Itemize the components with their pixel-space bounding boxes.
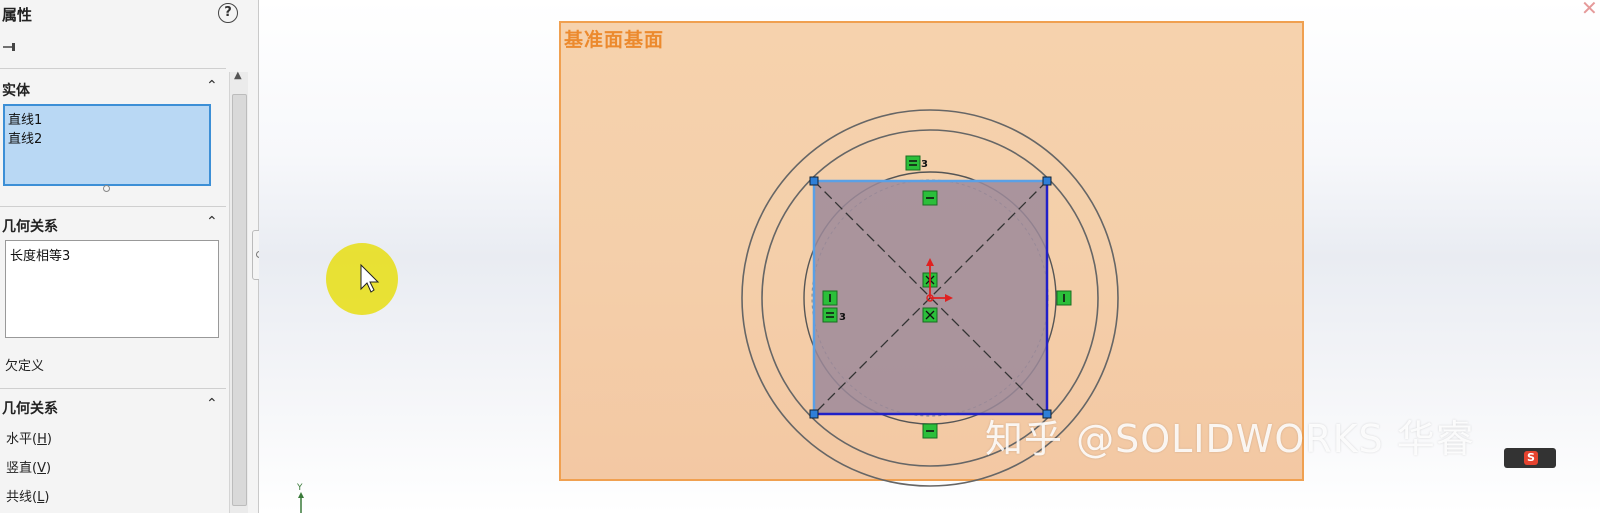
equal-relation-icon [905,155,921,171]
axis-label: Y [297,483,303,493]
entities-header: 实体 [2,83,30,99]
divider [0,388,226,389]
list-item[interactable]: 直线2 [8,128,42,147]
existing-relations-list[interactable]: 长度相等3 [5,240,219,338]
list-item[interactable]: 长度相等3 [10,245,70,264]
add-relations-header: 几何关系 [2,401,58,417]
relation-horizontal[interactable]: 水平(H) [6,428,52,447]
status-text: 欠定义 [5,359,45,374]
resize-handle-icon[interactable] [103,185,110,192]
pushpin-icon[interactable] [3,37,19,51]
scroll-up-icon[interactable]: ▲ [234,70,242,81]
relation-collinear[interactable]: 共线(L) [6,486,49,505]
equal-relation-icon [822,307,838,323]
scrollbar-thumb[interactable] [232,94,247,506]
collapse-chevron-icon[interactable]: ⌃ [206,78,218,94]
collapse-chevron-icon[interactable]: ⌃ [206,214,218,230]
entities-list[interactable]: 直线1 直线2 [3,104,211,186]
vertical-relation-icon [822,290,838,306]
watermark: 知乎 @SOLIDWORKS 华睿 [985,417,1475,461]
input-method-icon[interactable]: S [1504,448,1556,468]
horizontal-relation-icon [922,190,938,206]
view-triad-icon [298,492,304,513]
divider [0,68,226,69]
sketch-point [809,409,819,419]
panel-scrollbar[interactable]: ▲ [229,70,248,513]
shortcut-key: H [37,432,47,447]
midpoint-relation-icon [922,307,938,323]
divider [0,206,226,207]
relation-vertical[interactable]: 竖直(V) [6,457,51,476]
shortcut-key: V [37,461,46,476]
relation-label: 水平 [6,432,33,447]
vertical-relation-icon [1056,290,1072,306]
sketch-point [809,176,819,186]
list-item[interactable]: 直线1 [8,109,42,128]
plane-label: 基准面基面 [564,29,665,51]
existing-relations-header: 几何关系 [2,219,58,235]
equal-count-label: 3 [921,159,928,170]
relation-label: 竖直 [6,461,33,476]
sketch-point [1042,176,1052,186]
help-icon[interactable]: ? [218,3,238,23]
shortcut-key: L [37,490,45,505]
equal-count-label: 3 [839,312,846,323]
close-icon[interactable]: ✕ [1581,0,1598,20]
panel-title: 属性 [2,6,33,24]
property-manager: 属性 ? 实体 ⌃ 直线1 直线2 几何关系 ⌃ 长度相等3 欠定义 几何关系 … [0,0,259,513]
collapse-chevron-icon[interactable]: ⌃ [206,396,218,412]
relation-label: 共线 [6,490,33,505]
horizontal-relation-icon [922,423,938,439]
